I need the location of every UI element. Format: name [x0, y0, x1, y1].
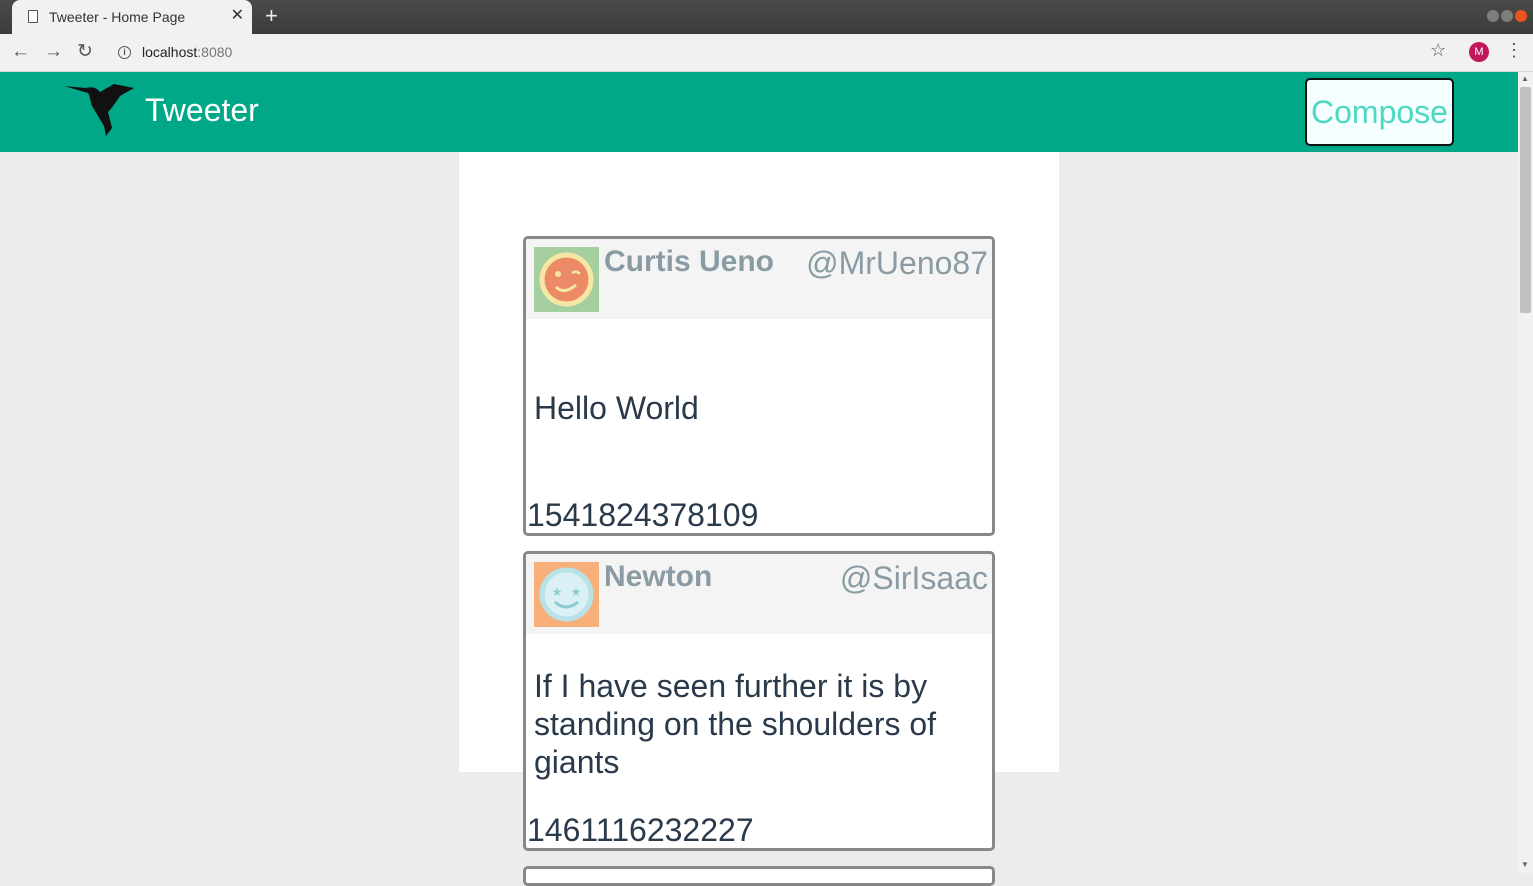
tweet-text: Hello World: [534, 390, 699, 426]
scrollbar-thumb[interactable]: [1520, 87, 1531, 313]
hummingbird-logo-icon: [64, 84, 134, 136]
tweet-header: Curtis Ueno @MrUeno87: [526, 239, 992, 319]
browser-tab[interactable]: Tweeter - Home Page ✕: [12, 0, 252, 34]
forward-arrow-icon[interactable]: →: [44, 41, 63, 63]
close-tab-icon[interactable]: ✕: [231, 7, 244, 25]
browser-toolbar: ← → ↻ i localhost:8080 ☆ ⋮: [0, 34, 1533, 72]
info-icon[interactable]: i: [118, 46, 131, 59]
page-icon: [28, 10, 38, 23]
tweet-card: Curtis Ueno @MrUeno87 Hello World 154182…: [523, 236, 995, 536]
bookmark-star-icon[interactable]: ☆: [1430, 40, 1446, 61]
url-host: localhost: [142, 44, 198, 60]
compose-button[interactable]: Compose: [1305, 78, 1454, 146]
address-bar[interactable]: localhost:8080: [142, 44, 232, 60]
maximize-icon[interactable]: [1501, 10, 1513, 22]
reload-icon[interactable]: ↻: [77, 41, 93, 63]
app-title: Tweeter: [145, 92, 259, 128]
tweet-author-name: Newton: [604, 560, 713, 593]
profile-avatar[interactable]: M: [1469, 42, 1489, 62]
svg-text:★: ★: [571, 585, 582, 599]
scroll-up-icon[interactable]: ▲: [1521, 74, 1529, 83]
winking-face-avatar-icon: [534, 247, 599, 312]
tweet-author-handle: @SirIsaac: [839, 560, 988, 596]
tweet-author-name: Curtis Ueno: [604, 245, 775, 278]
tweet-timestamp: 1461116232227: [527, 812, 754, 848]
tweet-author-handle: @MrUeno87: [806, 245, 988, 281]
star-eyes-face-avatar-icon: ★ ★: [534, 562, 599, 627]
tweet-card: [523, 866, 995, 886]
tweet-header: ★ ★ Newton @SirIsaac: [526, 554, 992, 634]
minimize-icon[interactable]: [1487, 10, 1499, 22]
new-tab-icon[interactable]: +: [265, 5, 278, 27]
tab-title: Tweeter - Home Page: [49, 9, 186, 25]
tweet-text: If I have seen further it is by standing…: [534, 668, 937, 780]
close-window-icon[interactable]: [1515, 10, 1527, 22]
tweet-card: ★ ★ Newton @SirIsaac If I have seen furt…: [523, 551, 995, 851]
url-port: :8080: [197, 44, 233, 60]
svg-text:★: ★: [552, 585, 563, 599]
tweet-timestamp: 1541824378109: [527, 497, 759, 533]
back-arrow-icon[interactable]: ←: [11, 41, 30, 63]
window-controls: [1487, 10, 1527, 22]
scroll-down-icon[interactable]: ▼: [1521, 860, 1529, 869]
browser-titlebar: Tweeter - Home Page ✕ +: [0, 0, 1533, 34]
menu-dots-icon[interactable]: ⋮: [1505, 40, 1523, 61]
